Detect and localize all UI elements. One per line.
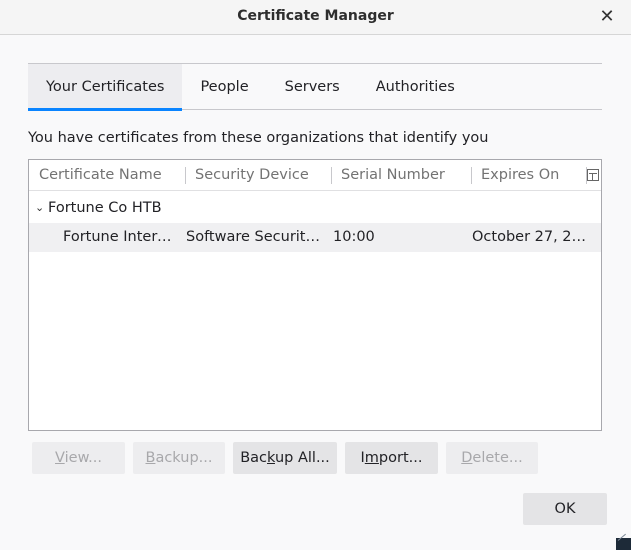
intro-text: You have certificates from these organiz… [28,130,489,146]
backup-button[interactable]: Backup... [133,442,225,474]
tree-group-row[interactable]: ⌄ Fortune Co HTB [29,193,601,223]
tab-people[interactable]: People [182,64,266,110]
title-bar: Certificate Manager ✕ [0,0,631,35]
column-header-certificate-name[interactable]: Certificate Name [29,160,162,191]
group-label: Fortune Co HTB [48,200,162,216]
chevron-down-icon[interactable]: ⌄ [35,193,44,223]
accesskey-letter: D [461,450,473,466]
close-icon[interactable]: ✕ [597,7,617,27]
column-header-security-device[interactable]: Security Device [185,160,309,191]
resize-grip[interactable] [616,538,631,550]
accesskey-letter: B [145,450,156,466]
delete-button[interactable]: Delete... [446,442,538,474]
ok-button[interactable]: OK [523,493,607,525]
view-button[interactable]: View... [32,442,125,474]
cell-security-device: Software Security ... [186,229,326,245]
column-header-serial-number[interactable]: Serial Number [331,160,445,191]
tab-strip: Your Certificates People Servers Authori… [28,63,602,111]
cell-certificate-name: Fortune Interm... [63,229,181,245]
import-button[interactable]: Import... [345,442,438,474]
accesskey-letter: V [55,450,65,466]
column-picker-icon[interactable] [587,169,599,181]
window-title: Certificate Manager [237,8,394,24]
accesskey-letter: k [267,450,275,466]
accesskey-letter: m [364,450,379,466]
tab-authorities[interactable]: Authorities [358,64,473,110]
backup-all-button[interactable]: Backup All... [233,442,337,474]
cell-expires-on: October 27, 20... [472,229,592,245]
column-header-expires-on[interactable]: Expires On [471,160,559,191]
table-row[interactable]: Fortune Interm... Software Security ... … [29,223,601,252]
tab-your-certificates[interactable]: Your Certificates [28,64,183,111]
cell-serial-number: 10:00 [333,229,375,245]
tab-servers[interactable]: Servers [267,64,358,110]
tree-header: Certificate Name Security Device Serial … [29,160,601,191]
certificate-tree[interactable]: Certificate Name Security Device Serial … [28,159,602,431]
